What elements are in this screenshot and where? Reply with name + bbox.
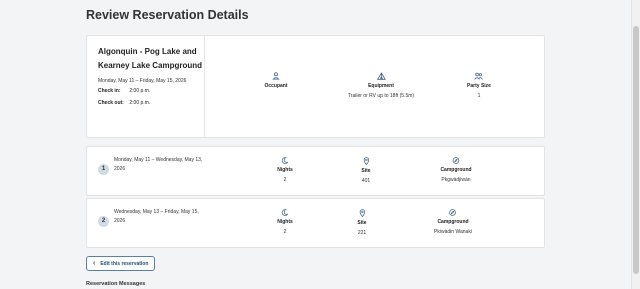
equipment-value: Trailer or RV up to 18ft (5.5m) xyxy=(347,93,415,99)
chevron-left-icon: ‹ xyxy=(93,260,96,267)
party-size-value: 1 xyxy=(477,93,481,99)
site-value: 221 xyxy=(357,230,367,236)
reservation-segment-2: 2 Wednesday, May 13 – Friday, May 15, 20… xyxy=(86,198,545,248)
checkout-time: 2:00 p.m. xyxy=(129,100,151,106)
party-size-label: Party Size xyxy=(467,83,491,89)
segment-number-badge: 2 xyxy=(98,216,109,227)
tent-icon xyxy=(376,72,386,80)
page-scrollbar[interactable] xyxy=(631,0,640,289)
segment-dates: Monday, May 11 – Wednesday, May 13, 2026 xyxy=(114,157,203,172)
equipment-column: Equipment Trailer or RV up to 18ft (5.5m… xyxy=(348,72,414,99)
checkin-row: Check in: 2:00 p.m. xyxy=(98,88,204,94)
park-name: Algonquin - Pog Lake and Kearney Lake Ca… xyxy=(98,47,203,70)
checkout-label: Check out: xyxy=(98,100,124,106)
checkin-time: 2:00 p.m. xyxy=(129,88,151,94)
location-pin-icon xyxy=(359,209,365,217)
campground-column: Campground Pkgwàdjiwàn xyxy=(440,157,472,183)
moon-icon xyxy=(282,157,289,164)
reservation-summary-left: Algonquin - Pog Lake and Kearney Lake Ca… xyxy=(87,36,205,137)
person-icon xyxy=(272,72,280,80)
reservation-dates: Monday, May 11 – Friday, May 15, 2026 xyxy=(98,78,187,84)
edit-reservation-button[interactable]: ‹ Edit this reservation xyxy=(86,256,155,271)
reservation-summary-card: Algonquin - Pog Lake and Kearney Lake Ca… xyxy=(86,35,545,138)
moon-icon xyxy=(282,209,289,216)
site-value: 401 xyxy=(361,178,371,184)
party-size-column: Party Size 1 xyxy=(467,72,491,99)
campground-value: Pkgwàdjiwàn xyxy=(441,177,471,183)
equipment-label: Equipment xyxy=(368,83,394,89)
site-label: Site xyxy=(361,168,371,174)
location-pin-icon xyxy=(363,157,369,165)
campground-label: Campground xyxy=(440,167,472,173)
site-column: Site 401 xyxy=(361,157,371,184)
campground-label: Campground xyxy=(437,219,469,225)
checkin-label: Check in: xyxy=(98,88,121,94)
nights-value: 2 xyxy=(283,177,287,183)
page-title: Review Reservation Details xyxy=(86,8,249,22)
edit-reservation-label: Edit this reservation xyxy=(100,260,149,267)
reservation-segment-1: 1 Monday, May 11 – Wednesday, May 13, 20… xyxy=(86,146,545,196)
nights-column: Nights 2 xyxy=(277,209,293,235)
site-label: Site xyxy=(357,220,367,226)
reservation-messages-heading: Reservation Messages xyxy=(86,281,146,287)
occupant-label: Occupant xyxy=(264,83,288,89)
site-column: Site 221 xyxy=(357,209,367,236)
compass-icon xyxy=(452,157,460,164)
nights-label: Nights xyxy=(277,167,293,173)
nights-value: 2 xyxy=(283,229,287,235)
segment-dates: Wednesday, May 13 – Friday, May 15, 2026 xyxy=(114,209,199,224)
segment-number-badge: 1 xyxy=(98,164,109,175)
group-icon xyxy=(474,72,484,80)
compass-icon xyxy=(449,209,457,216)
campground-value: Pkiwàdin Wanaki xyxy=(434,229,472,235)
campground-column: Campground Pkiwàdin Wanaki xyxy=(434,209,472,235)
occupant-column: Occupant xyxy=(264,72,288,93)
checkout-row: Check out: 2:00 p.m. xyxy=(98,100,204,106)
nights-column: Nights 2 xyxy=(277,157,293,183)
scrollbar-thumb[interactable] xyxy=(633,26,639,274)
nights-label: Nights xyxy=(277,219,293,225)
